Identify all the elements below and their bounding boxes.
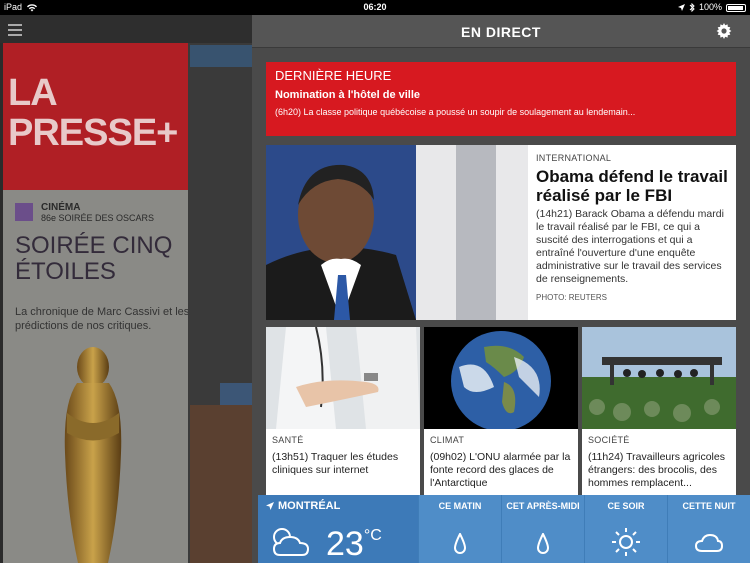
location-arrow-icon [266,502,274,510]
battery-icon [726,4,746,12]
feature-article[interactable]: INTERNATIONAL Obama défend le travail ré… [266,145,736,320]
breaking-news-banner[interactable]: DERNIÈRE HEURE Nomination à l'hôtel de v… [266,62,736,136]
cover-page[interactable]: LA PRESSE+ CINÉMA 86e SOIRÉE DES OSCARS … [3,43,190,563]
oscar-statuette-image [64,347,122,563]
card-summary: (13h51) Traquer les études cliniques sur… [272,451,399,476]
weather-city: MONTRÉAL [266,500,340,512]
bluetooth-icon [689,3,695,12]
cover-section-title: CINÉMA [41,202,81,213]
raindrop-icon [454,533,466,554]
status-right: 100% [677,0,746,15]
earth-photo [424,327,578,429]
card-summary: (09h02) L'ONU alarmée par la fonte recor… [430,451,571,489]
forecast-afternoon: CET APRÈS-MIDI [501,495,584,563]
gear-icon[interactable] [716,23,732,39]
cover-headline: SOIRÉE CINQ ÉTOILES [15,232,173,285]
status-bar: iPad 06:20 100% [0,0,750,15]
card-kicker: SOCIÉTÉ [588,435,630,445]
card-summary: (11h24) Travailleurs agricoles étrangers… [588,451,725,489]
background-strip [190,45,252,67]
feature-headline: Obama défend le travail réalisé par le F… [536,167,728,205]
forecast-night: CETTE NUIT [667,495,750,563]
raindrop-icon [537,533,549,554]
panel-title: EN DIRECT [461,24,541,40]
article-card-societe[interactable]: SOCIÉTÉ (11h24) Travailleurs agricoles é… [582,327,736,495]
forecast-morning: CE MATIN [418,495,501,563]
cover-section: CINÉMA 86e SOIRÉE DES OSCARS [15,203,154,223]
breaking-title: Nomination à l'hôtel de ville [275,89,421,101]
article-card-sante[interactable]: SANTÉ (13h51) Traquer les études cliniqu… [266,327,420,495]
clock: 06:20 [363,2,387,12]
weather-current: MONTRÉAL 23°C [258,495,418,563]
article-card-climat[interactable]: CLIMAT (09h02) L'ONU alarmée par la font… [424,327,578,495]
background-image [190,405,258,563]
section-color-square [15,203,33,221]
partly-cloudy-icon [272,528,310,556]
la-presse-logo: LA PRESSE+ [3,43,188,190]
farm-workers-photo [582,327,736,429]
obama-photo [266,145,528,320]
weather-widget[interactable]: MONTRÉAL 23°C CE MATIN CET APRÈS-MIDI CE… [258,495,750,563]
forecast-evening: CE SOIR [584,495,667,563]
cloud-icon [694,533,724,552]
feature-kicker: INTERNATIONAL [536,153,612,163]
breaking-label: DERNIÈRE HEURE [275,68,392,83]
panel-header: EN DIRECT [252,15,750,48]
location-arrow-icon [677,4,685,11]
weather-forecast: CE MATIN CET APRÈS-MIDI CE SOIR CETTE NU… [418,495,750,563]
weather-temperature: 23°C [326,525,382,563]
hamburger-menu-icon[interactable] [8,24,22,36]
card-kicker: SANTÉ [272,435,304,445]
card-kicker: CLIMAT [430,435,465,445]
cover-section-subtitle: 86e SOIRÉE DES OSCARS [41,213,155,223]
live-panel: EN DIRECT DERNIÈRE HEURE Nomination à l'… [252,15,750,563]
photo-credit: PHOTO: REUTERS [536,293,607,302]
feature-summary: (14h21) Barack Obama a défendu mardi le … [536,208,724,285]
cover-deck: La chronique de Marc Cassivi et les préd… [15,306,190,332]
breaking-summary: (6h20) La classe politique québécoise a … [275,107,636,117]
battery-percent: 100% [698,2,722,12]
doctor-photo [266,327,420,429]
sun-icon [612,528,640,556]
